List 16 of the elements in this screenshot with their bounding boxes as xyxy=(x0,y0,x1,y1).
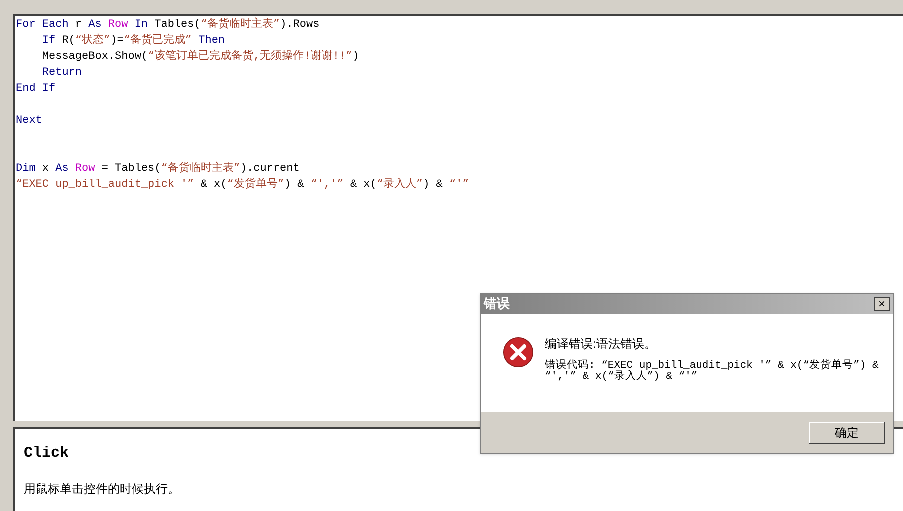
code-line: Dim x As Row = Tables(“备货临时主表”).current xyxy=(16,161,301,177)
code-line: “EXEC up_bill_audit_pick '” & x(“发货单号”) & “','” & x(“录入人”) & “'” xyxy=(16,177,470,193)
code-line: MessageBox.Show(“该笔订单已完成备货,无须操作!谢谢!!”) xyxy=(41,49,360,65)
event-description: 用鼠标单击控件的时候执行。 xyxy=(24,480,181,498)
code-line: If R(“状态”)=“备货已完成” Then xyxy=(41,33,226,49)
event-title: Click xyxy=(24,444,70,464)
close-button[interactable]: × xyxy=(874,297,890,311)
code-line: Next xyxy=(16,114,44,129)
error-code: 错误代码: “EXEC up_bill_audit_pick '” & x(“发货单号”) & “','” & x(“录入人”) & “'” xyxy=(545,361,880,383)
code-line: End If xyxy=(16,82,57,97)
error-message: 编译错误:语法错误。 xyxy=(545,338,658,350)
ok-button[interactable]: 确定 xyxy=(809,422,885,444)
code-line: For Each r As Row In Tables(“备货临时主表”).Rows xyxy=(16,17,321,33)
dialog-title: 错误 xyxy=(484,295,510,314)
error-icon xyxy=(503,336,534,369)
code-line: Return xyxy=(41,66,84,81)
